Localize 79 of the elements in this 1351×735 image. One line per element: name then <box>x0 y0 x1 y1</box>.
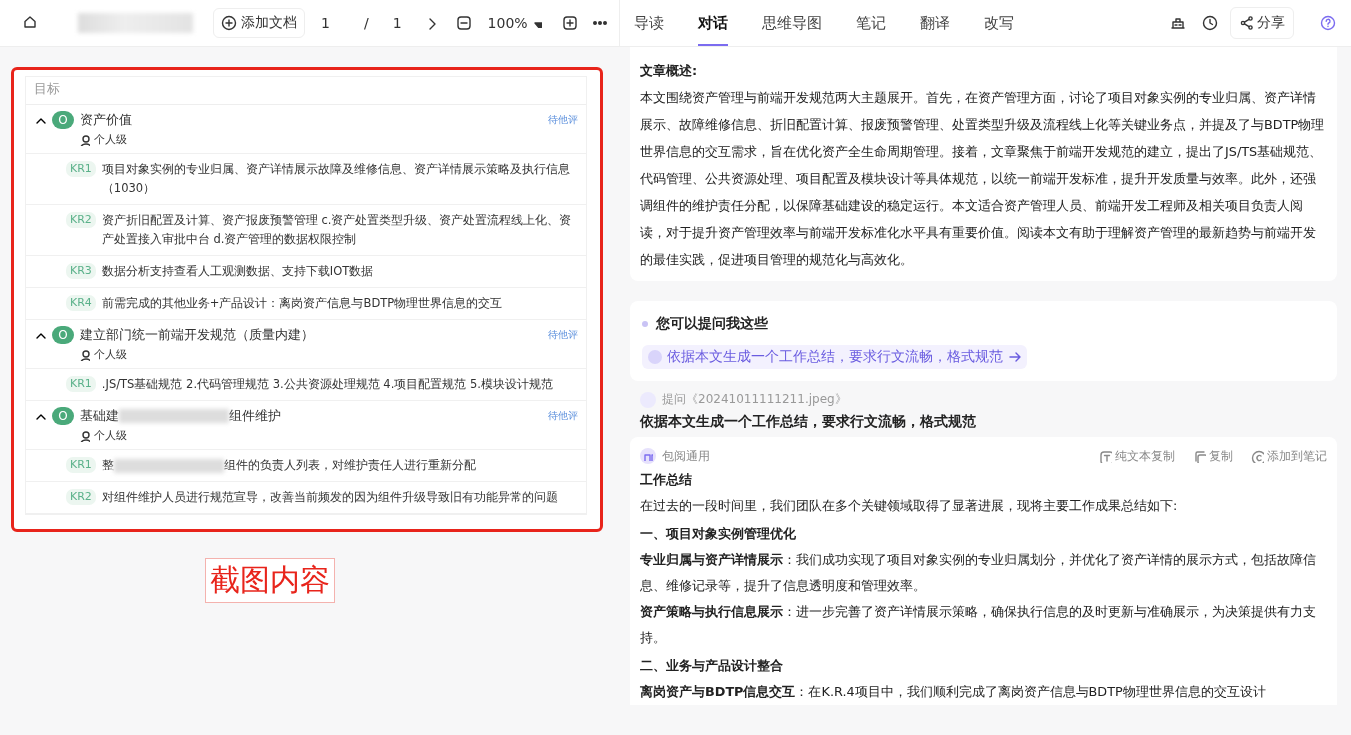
answer-paragraph: 离岗资产与BDTP信息交互：在K.R.4项目中，我们顺利完成了离岗资产信息与BDTP物理世界信息的交互设计 <box>640 683 1267 701</box>
objective-badge: O <box>52 326 74 344</box>
question-text: 依据本文生成一个工作总结，要求行文流畅，格式规范 <box>640 413 977 431</box>
share-button[interactable]: 分享 <box>1230 7 1294 39</box>
action-button[interactable]: 纯文本复制 <box>1099 447 1175 465</box>
tab[interactable]: 笔记 <box>856 0 886 46</box>
page-separator: / <box>363 15 369 31</box>
tab[interactable]: 导读 <box>634 0 664 46</box>
annotation-label: 截图内容 <box>205 558 335 603</box>
answer-heading: 二、业务与产品设计整合 <box>640 657 784 675</box>
help-button[interactable] <box>1320 14 1337 32</box>
status-label: 待他评 <box>548 113 578 127</box>
objective-badge: O <box>52 407 74 425</box>
key-result-tag: KR1 <box>66 457 96 473</box>
share-icon <box>1239 15 1253 31</box>
key-result-tag: KR4 <box>66 295 96 311</box>
dot-icon <box>648 350 662 364</box>
objective-badge: O <box>52 111 74 129</box>
suggested-question[interactable]: 依据本文生成一个工作总结，要求行文流畅，格式规范 <box>642 345 1027 369</box>
key-result-text: 对组件维护人员进行规范宣导，改善当前频发的因为组件升级导致旧有功能异常的问题 <box>101 490 558 504</box>
key-result-tag: KR1 <box>66 161 96 177</box>
person-icon <box>78 133 90 146</box>
key-result-text: .JS/TS基础规范 2.代码管理规范 3.公共资源处理规范 4.项目配置规范 5.模块设计规范 <box>101 377 553 391</box>
toolbox-icon <box>1170 15 1186 31</box>
level-label: 个人级 <box>94 132 127 147</box>
panel-header: 目标 <box>26 77 586 105</box>
answer-heading: 一、项目对象实例管理优化 <box>640 525 797 543</box>
status-label: 待他评 <box>548 328 578 342</box>
key-result-tag: KR3 <box>66 263 96 279</box>
plus-circle-icon <box>221 15 237 31</box>
status-label: 待他评 <box>548 409 578 423</box>
text-icon <box>1099 449 1112 463</box>
key-result-tag: KR1 <box>66 376 96 392</box>
level-label: 个人级 <box>94 428 127 443</box>
zoom-out-icon <box>455 15 472 31</box>
objective-title: 资产价值 <box>80 111 132 129</box>
key-result-text: 整 <box>101 458 114 472</box>
toolbox-button[interactable] <box>1170 15 1186 31</box>
bullet-icon <box>642 321 648 327</box>
key-result-text: 组件的负责人列表，对维护责任人进行重新分配 <box>223 458 476 472</box>
answer-source: 包阅通用 <box>662 448 710 465</box>
note-icon <box>1251 449 1264 463</box>
answer-heading: 工作总结 <box>640 471 693 489</box>
tab[interactable]: 翻译 <box>920 0 950 46</box>
key-result-text: 数据分析支持查看人工观测数据、支持下载IOT数据 <box>101 264 374 278</box>
answer-paragraph: 专业归属与资产详情展示：我们成功实现了项目对象实例的专业归属划分，并优化了资产详情的展示方式，包括故障信息、维修记录等，提升了信息透明度和管理效率。 <box>640 551 1317 595</box>
zoom-dropdown[interactable]: 100% <box>487 15 542 31</box>
objective-title: 组件维护 <box>229 407 281 425</box>
key-result-tag: KR2 <box>66 489 96 505</box>
summary-text: 本文围绕资产管理与前端开发规范两大主题展开。首先，在资产管理方面，讨论了项目对象实例的专业归属、资产详情展示、故障维修信息、折旧配置计算、报废预警管理、处置类型升级及流程线上化等关键业务点，并提及了与BDTP物理世界信息的交互需求，旨在优化资产全生命周期管理。接着，文章聚焦于前端开发规范的建立，提出了JS/TS基础规范、代码管理、公共资源处理、项目配置及模块设计等具体规范，以统一前端开发标准，提升开发质量与效率。此外，还强调组件的维护责任分配，以保障基础建设的稳定运行。本文适合资产管理人员、前端开发工程师及相关项目负责人阅读，对于提升资产管理效率与前端开发标准化水平具有重要价值。阅读本文有助于理解资产管理的最新趋势与前端开发的最佳实践，促进项目管理的规范化与高效化。 <box>640 89 1326 269</box>
objective-title: 基础建 <box>80 407 119 425</box>
action-button[interactable]: 复制 <box>1193 447 1233 465</box>
level-label: 个人级 <box>94 347 127 362</box>
clock-icon <box>1202 15 1218 31</box>
key-result-text: 资产折旧配置及计算、资产报废预警管理 c.资产处置类型升级、资产处置流程线上化、资产处置接入审批中台 d.资产管理的数据权限控制 <box>101 213 572 246</box>
copy-icon <box>1193 449 1206 463</box>
add-document-button[interactable]: 添加文档 <box>213 8 305 38</box>
summary-heading: 文章概述: <box>640 62 699 80</box>
page-number-field[interactable]: 1 <box>321 15 330 31</box>
answer-paragraph: 资产策略与执行信息展示：进一步完善了资产详情展示策略，确保执行信息的及时更新与准确展示，为决策提供有力支持。 <box>640 603 1317 647</box>
key-result-text: 项目对象实例的专业归属、资产详情展示故障及维修信息、资产详情展示策略及执行信息（1030） <box>101 162 570 195</box>
objective-title: 建立部门统一前端开发规范（质量内建） <box>80 326 314 344</box>
key-result-tag: KR2 <box>66 212 96 228</box>
zoom-in-icon <box>561 15 578 31</box>
question-meta: 提问《20241011111211.jpeg》 <box>662 391 847 408</box>
tab[interactable]: 改写 <box>984 0 1014 46</box>
zoom-in-button[interactable] <box>561 15 578 31</box>
answer-paragraph: 在过去的一段时间里，我们团队在多个关键领域取得了显著进展，现将主要工作成果总结如下: <box>640 497 1179 515</box>
zoom-out-button[interactable] <box>455 15 472 31</box>
person-icon <box>78 429 90 442</box>
person-icon <box>78 348 90 361</box>
key-result-text: 前需完成的其他业务+产品设计：离岗资产信息与BDTP物理世界信息的交互 <box>101 296 503 310</box>
suggestions-title: 您可以提问我这些 <box>656 315 768 333</box>
history-button[interactable] <box>1202 15 1218 31</box>
arrow-right-icon <box>1008 350 1021 364</box>
help-icon <box>1320 14 1337 32</box>
page-total: 1 <box>392 15 402 31</box>
tab[interactable]: 思维导图 <box>762 0 822 46</box>
action-button[interactable]: 添加到笔记 <box>1251 447 1327 465</box>
